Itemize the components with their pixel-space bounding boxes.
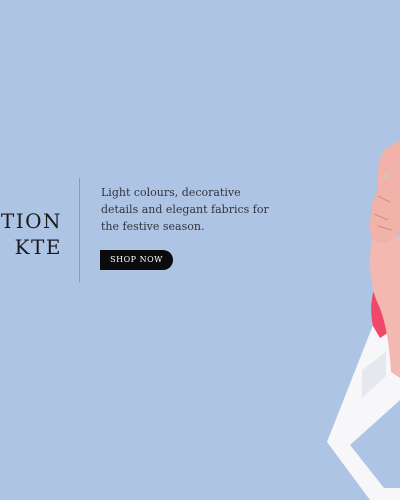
hero-banner: TION KTE Light colours, decorative detai… <box>0 0 400 500</box>
model-image <box>327 140 400 500</box>
